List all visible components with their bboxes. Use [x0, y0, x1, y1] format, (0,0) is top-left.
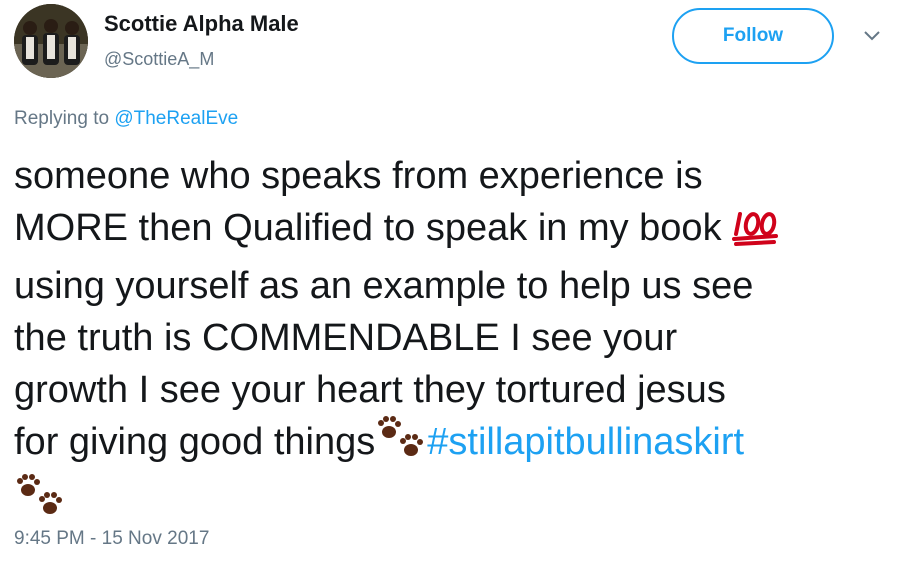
replying-to-label: Replying to — [14, 108, 115, 129]
paw-prints-icon — [375, 416, 427, 474]
hundred-points-icon — [732, 206, 782, 260]
author-name[interactable]: Scottie Alpha Male — [104, 10, 299, 38]
paw-prints-icon — [14, 474, 66, 532]
tweet-line: the truth is COMMENDABLE I see your — [14, 317, 678, 359]
tweet-line: growth I see your heart they tortured je… — [14, 369, 726, 411]
hashtag-link[interactable]: #stillapitbullinaskirt — [427, 421, 744, 463]
replying-to: Replying to @TheRealEve — [14, 106, 238, 132]
tweet-line: MORE then Qualified to speak in my book — [14, 202, 894, 260]
chevron-down-icon[interactable] — [862, 28, 882, 44]
tweet-timestamp[interactable]: 9:45 PM - 15 Nov 2017 — [14, 526, 209, 552]
tweet-card: Scottie Alpha Male @ScottieA_M Follow Re… — [0, 0, 901, 562]
follow-button[interactable]: Follow — [672, 8, 834, 64]
tweet-text: someone who speaks from experience is MO… — [14, 150, 894, 532]
reply-mention-link[interactable]: @TheRealEve — [114, 108, 238, 129]
tweet-header: Scottie Alpha Male @ScottieA_M Follow — [14, 4, 894, 80]
tweet-line — [14, 474, 894, 532]
tweet-line: using yourself as an example to help us … — [14, 265, 754, 307]
author-handle[interactable]: @ScottieA_M — [104, 48, 214, 70]
avatar[interactable] — [14, 4, 88, 78]
tweet-line: someone who speaks from experience is — [14, 155, 703, 197]
tweet-line: for giving good things #stillapitbullina… — [14, 416, 894, 474]
